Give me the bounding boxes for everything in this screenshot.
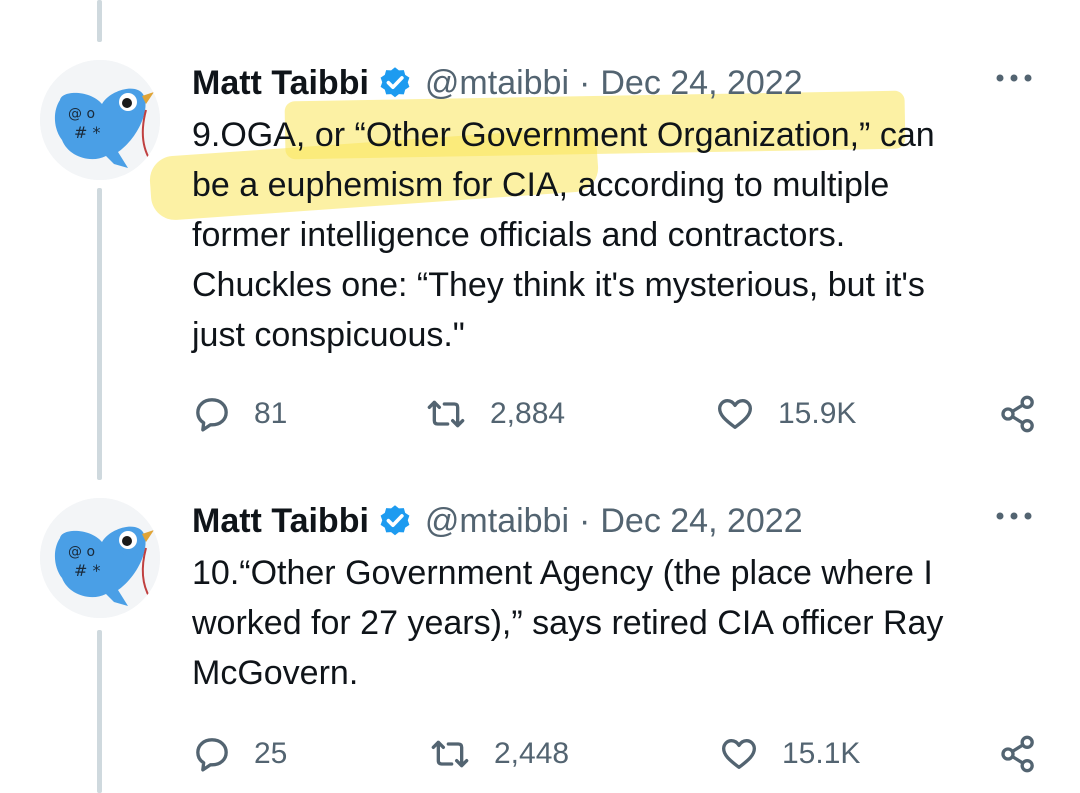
svg-text:@ o: @ o [68,106,95,122]
repost-icon [427,400,465,428]
author-name[interactable]: Matt Taibbi [192,502,369,541]
avatar[interactable]: @ o # * [40,498,160,618]
tweet-actions: 25 2,448 15.1K [192,732,1042,776]
header-separator: · [579,501,591,540]
svg-text:@ o: @ o [68,544,95,560]
tweet-text-line: Chuckles one: “They think it's mysteriou… [192,266,925,304]
share-button[interactable] [998,392,1060,436]
more-options-icon[interactable] [994,68,1034,88]
author-name[interactable]: Matt Taibbi [192,64,369,103]
share-icon [1001,395,1034,433]
like-count: 15.9K [778,397,857,430]
repost-count: 2,884 [490,397,566,430]
reply-icon [196,738,228,772]
like-icon [722,739,756,769]
thread-line-bottom [97,630,102,793]
verified-badge-icon [380,67,410,98]
tweet-text: 10.“Other Government Agency (the place w… [192,548,1042,698]
reply-icon [196,398,228,432]
header-separator: · [579,63,591,102]
repost-icon [431,740,469,768]
svg-text:# *: # * [74,561,101,580]
thread-line-middle [97,188,102,480]
reply-count: 81 [254,397,288,430]
tweet-date[interactable]: Dec 24, 2022 [600,64,802,103]
share-button[interactable] [998,732,1060,776]
twitter-bird-avatar-icon: @ o # * [40,498,160,618]
share-icon [1001,735,1034,773]
like-button[interactable]: 15.1K [718,732,860,776]
tweet-text-line: worked for 27 years),” says retired CIA … [192,604,944,642]
reply-count: 25 [254,737,288,770]
tweet-header: Matt Taibbi @mtaibbi · Dec 24, 2022 [192,496,803,546]
tweet-date[interactable]: Dec 24, 2022 [600,502,802,541]
repost-count: 2,448 [494,737,570,770]
tweet-actions: 81 2,884 15.9K [192,392,1042,436]
tweet-text-line: be a euphemism for CIA, according to mul… [192,166,890,204]
author-handle[interactable]: @mtaibbi [425,502,569,541]
svg-text:# *: # * [74,123,101,142]
tweet-text-line: former intelligence officials and contra… [192,216,846,254]
repost-button[interactable]: 2,884 [424,392,565,436]
like-button[interactable]: 15.9K [714,392,856,436]
tweet-text-line: 9.OGA, or “Other Government Organization… [192,116,935,154]
verified-badge-icon [380,505,410,536]
reply-button[interactable]: 81 [192,392,287,436]
like-count: 15.1K [782,737,861,770]
tweet-text-line: just conspicuous." [192,316,465,354]
twitter-bird-avatar-icon: @ o # * [40,60,160,180]
avatar[interactable]: @ o # * [40,60,160,180]
like-icon [718,399,752,429]
tweet-text-line: 10.“Other Government Agency (the place w… [192,554,933,592]
tweet-text: 9.OGA, or “Other Government Organization… [192,110,1042,360]
thread-line-top [97,0,102,42]
reply-button[interactable]: 25 [192,732,287,776]
repost-button[interactable]: 2,448 [428,732,569,776]
author-handle[interactable]: @mtaibbi [425,64,569,103]
tweet-header: Matt Taibbi @mtaibbi · Dec 24, 2022 [192,58,803,108]
more-options-icon[interactable] [994,506,1034,526]
tweet-text-line: McGovern. [192,654,359,692]
